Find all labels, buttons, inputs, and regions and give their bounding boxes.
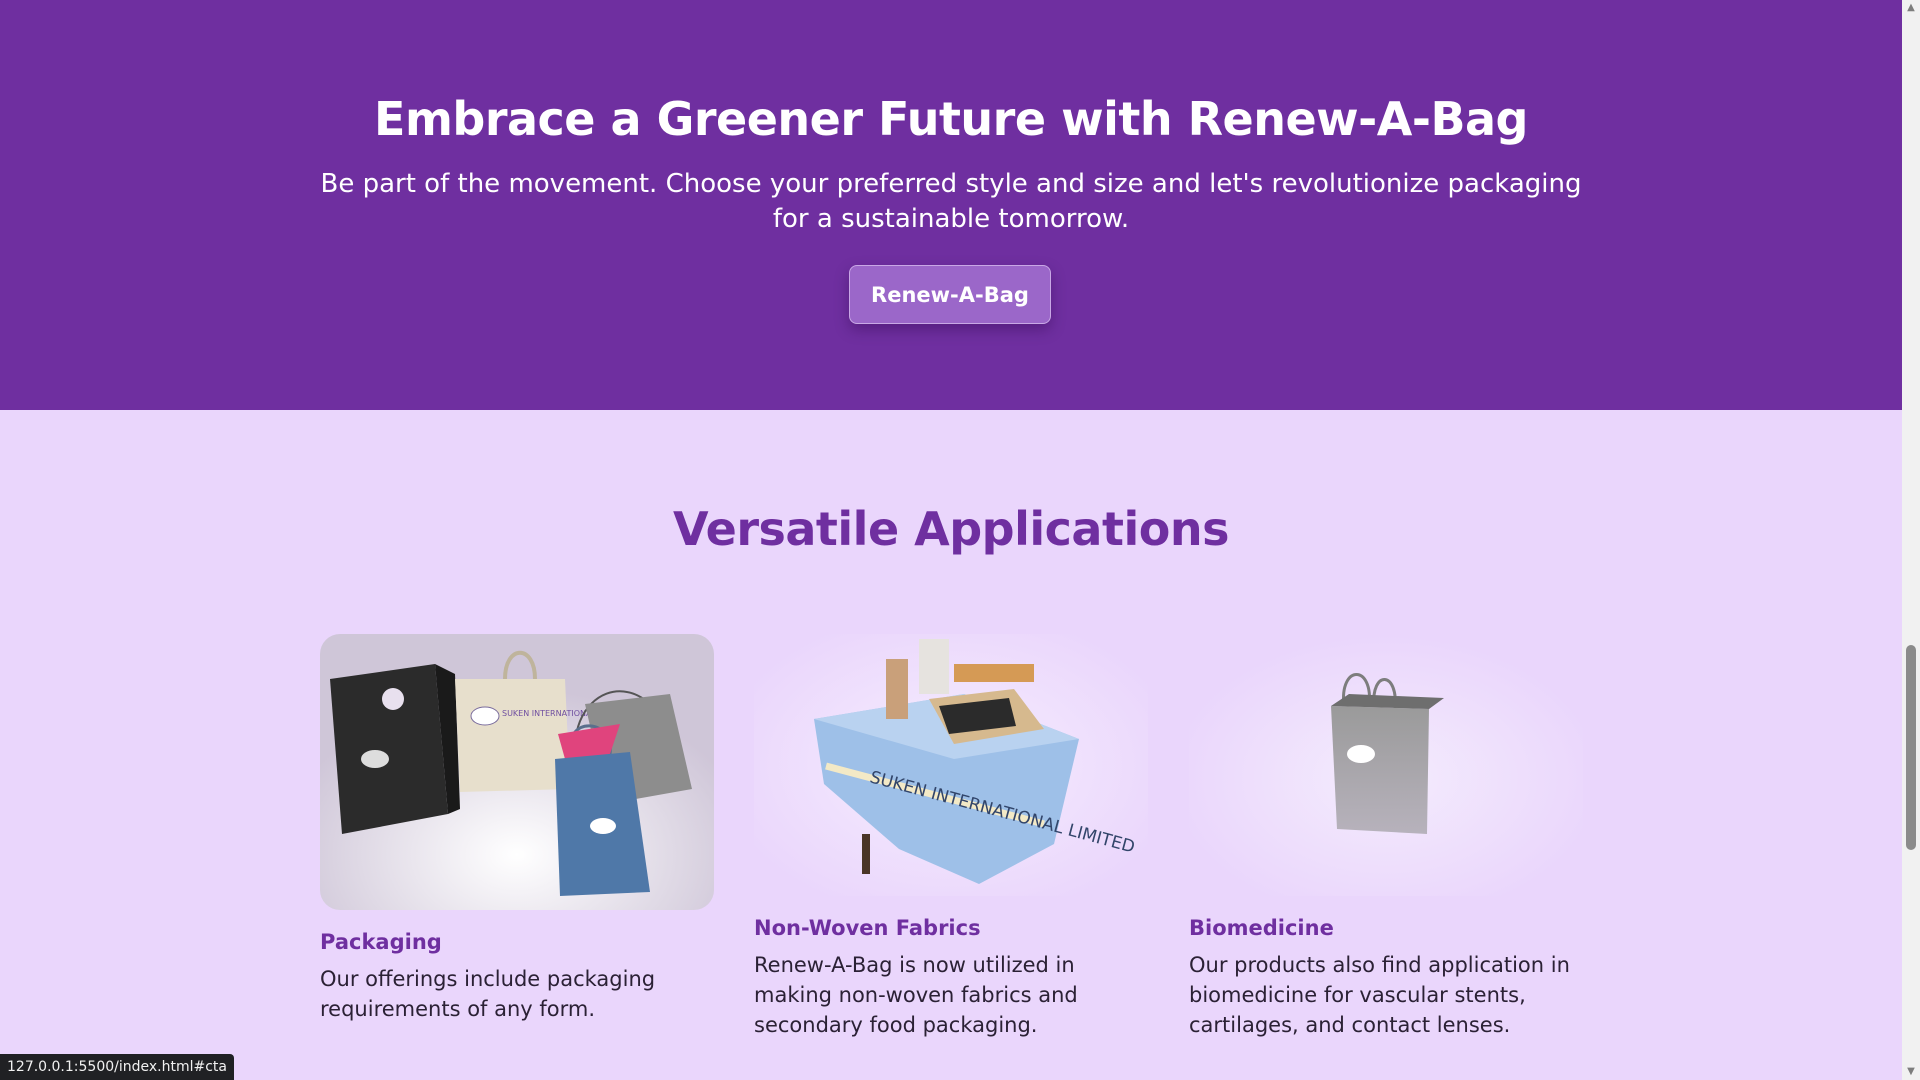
application-card-non-woven-fabrics: SUKEN INTERNATIONAL LIMITED Non-Woven Fa… [754,634,1148,1040]
application-card-packaging: SUKEN INTERNATIONAL LIMITED Packaging Ou… [320,634,714,1024]
application-card-biomedicine: Biomedicine Our products also find appli… [1189,634,1583,1040]
applications-title: Versatile Applications [673,502,1229,556]
card-text-non-woven-fabrics: Renew-A-Bag is now utilized in making no… [754,953,1078,1037]
card-text-packaging: Our offerings include packaging requirem… [320,967,656,1021]
vertical-scrollbar[interactable]: ▲ ▼ [1902,0,1920,1080]
status-bar-url: 127.0.0.1:5500/index.html#cta [0,1054,234,1080]
cta-section: Embrace a Greener Future with Renew-A-Ba… [0,0,1902,410]
scroll-down-arrow-icon[interactable]: ▼ [1902,1064,1920,1080]
scrollbar-thumb[interactable] [1906,645,1916,850]
card-text-biomedicine: Our products also find application in bi… [1189,953,1570,1037]
card-heading-biomedicine: Biomedicine [1189,916,1334,940]
card-heading-non-woven-fabrics: Non-Woven Fabrics [754,916,981,940]
cta-title: Embrace a Greener Future with Renew-A-Ba… [374,92,1528,146]
biomedicine-image [1189,634,1583,896]
card-heading-packaging: Packaging [320,930,442,954]
scroll-up-arrow-icon[interactable]: ▲ [1902,0,1920,16]
cta-subtitle: Be part of the movement. Choose your pre… [320,169,1582,234]
packaging-image: SUKEN INTERNATIONAL LIMITED [320,634,714,910]
page-viewport: Embrace a Greener Future with Renew-A-Ba… [0,0,1902,1080]
renew-a-bag-button[interactable]: Renew-A-Bag [849,265,1051,324]
applications-section: Versatile Applications SUKEN INTERNATION… [0,410,1902,1080]
non-woven-fabrics-image: SUKEN INTERNATIONAL LIMITED [754,634,1148,896]
